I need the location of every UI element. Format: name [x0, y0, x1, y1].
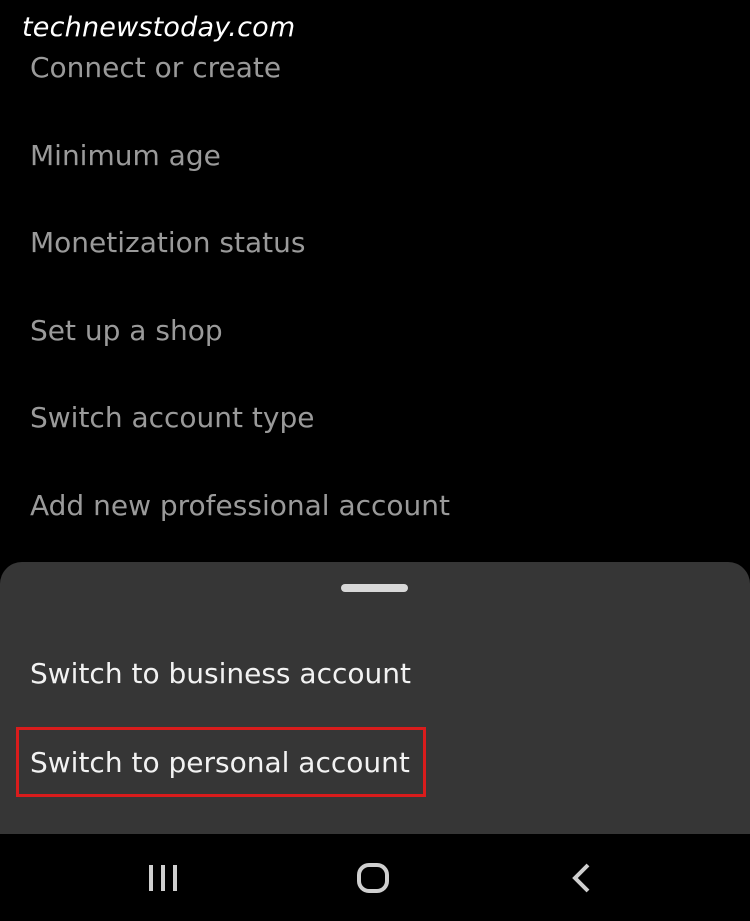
settings-item-minimum-age[interactable]: Minimum age — [30, 139, 221, 173]
sheet-drag-handle[interactable] — [341, 584, 408, 592]
home-button[interactable] — [328, 834, 418, 921]
settings-item-connect-or-create[interactable]: Connect or create — [30, 51, 281, 85]
back-icon — [572, 863, 590, 892]
settings-item-monetization-status[interactable]: Monetization status — [30, 226, 305, 260]
back-button[interactable] — [537, 834, 627, 921]
recent-apps-icon — [149, 864, 177, 891]
recent-apps-button[interactable] — [118, 834, 208, 921]
settings-item-add-new-professional-account[interactable]: Add new professional account — [30, 489, 450, 523]
settings-item-set-up-a-shop[interactable]: Set up a shop — [30, 314, 223, 348]
switch-to-business-account-option[interactable]: Switch to business account — [30, 657, 411, 691]
home-icon — [357, 862, 389, 893]
settings-item-switch-account-type[interactable]: Switch account type — [30, 401, 314, 435]
system-navigation-bar — [0, 834, 750, 921]
bottom-sheet: Switch to business account Switch to per… — [0, 562, 750, 834]
switch-to-personal-account-option[interactable]: Switch to personal account — [30, 746, 410, 780]
watermark: technewstoday.com — [22, 12, 296, 43]
